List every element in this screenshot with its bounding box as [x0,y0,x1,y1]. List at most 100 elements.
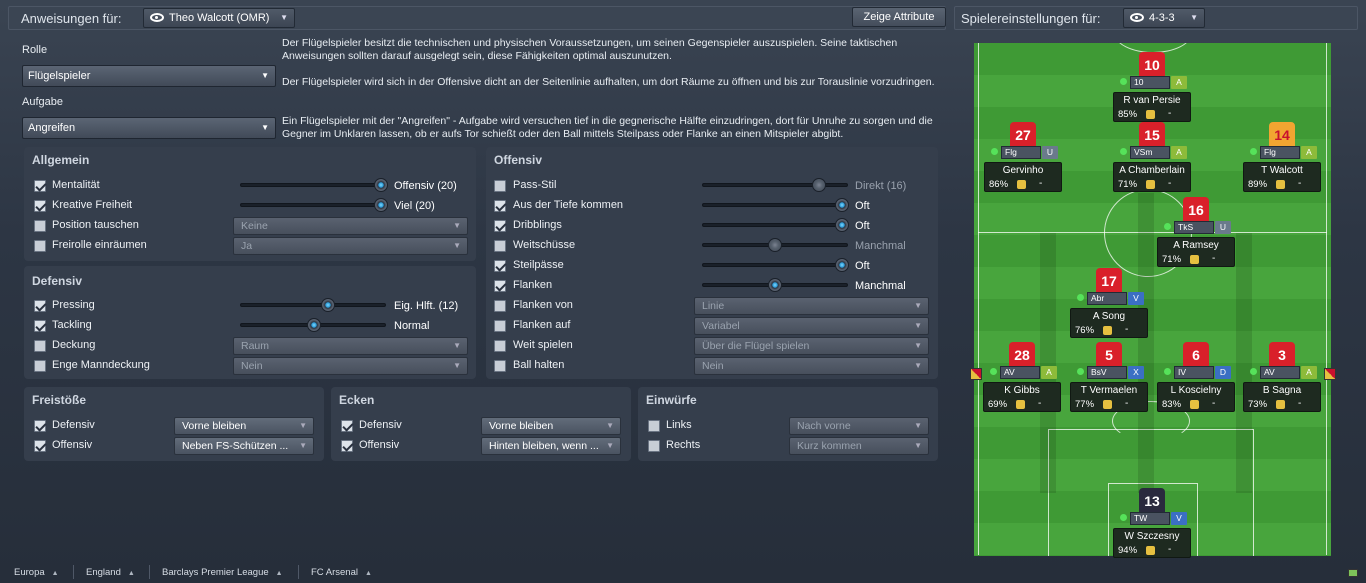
freekick-off-checkbox[interactable] [34,440,46,452]
free-role-select[interactable]: Ja ▼ [233,237,468,255]
dribbling-checkbox[interactable] [494,220,506,232]
player-role-select[interactable]: AV [1000,366,1040,379]
passing-checkbox[interactable] [494,180,506,192]
tackling-slider-knob[interactable] [307,318,321,332]
player-shirt[interactable]: 27 [1010,122,1036,148]
formation-select[interactable]: 4-3-3 ▼ [1123,8,1205,28]
free-role-checkbox[interactable] [34,240,46,252]
player-card[interactable]: L Koscielny 83% - [1157,382,1235,412]
corner-def-checkbox[interactable] [341,420,353,432]
player-role-select[interactable]: BsV [1087,366,1127,379]
pressing-checkbox[interactable] [34,300,46,312]
deep-runs-slider-knob[interactable] [835,198,849,212]
throwin-right-checkbox[interactable] [648,440,660,452]
player-card[interactable]: T Walcott 89% - [1243,162,1321,192]
crossing-slider-knob[interactable] [768,278,782,292]
player-shirt[interactable]: 5 [1096,342,1122,368]
player-duty-badge[interactable]: A [1041,366,1057,379]
passing-slider[interactable] [702,183,848,187]
player-role-select[interactable]: 10 [1130,76,1170,89]
player-card[interactable]: T Vermaelen 77% - [1070,382,1148,412]
throughballs-checkbox[interactable] [494,260,506,272]
player-role-select[interactable]: TkS [1174,221,1214,234]
player-card[interactable]: A Song 76% - [1070,308,1148,338]
player-shirt[interactable]: 6 [1183,342,1209,368]
deep-runs-slider[interactable] [702,203,848,207]
player-role-select[interactable]: IV [1174,366,1214,379]
player-duty-badge[interactable]: D [1215,366,1231,379]
player-role-select[interactable]: Abr [1087,292,1127,305]
throughballs-slider-knob[interactable] [835,258,849,272]
player-role-select[interactable]: AV [1260,366,1300,379]
task-select[interactable]: Angreifen ▼ [22,117,276,139]
player-card[interactable]: Gervinho 86% - [984,162,1062,192]
player-role-select[interactable]: VSm [1130,146,1170,159]
longshots-slider-knob[interactable] [768,238,782,252]
mentality-checkbox[interactable] [34,180,46,192]
player-shirt[interactable]: 10 [1139,52,1165,78]
player-duty-badge[interactable]: A [1301,146,1317,159]
player-shirt[interactable]: 16 [1183,197,1209,223]
player-duty-badge[interactable]: A [1301,366,1317,379]
longshots-checkbox[interactable] [494,240,506,252]
player-shirt[interactable]: 13 [1139,488,1165,514]
tight-marking-select[interactable]: Nein ▼ [233,357,468,375]
creative-checkbox[interactable] [34,200,46,212]
player-select[interactable]: Theo Walcott (OMR) ▼ [143,8,295,28]
wide-checkbox[interactable] [494,340,506,352]
player-duty-badge[interactable]: A [1171,76,1187,89]
player-duty-badge[interactable]: U [1042,146,1058,159]
mentality-slider[interactable] [240,183,386,187]
cross-from-checkbox[interactable] [494,300,506,312]
marking-checkbox[interactable] [34,340,46,352]
cross-to-checkbox[interactable] [494,320,506,332]
cross-from-select[interactable]: Linie ▼ [694,297,929,315]
player-role-select[interactable]: Flg [1001,146,1041,159]
player-card[interactable]: W Szczesny 94% - [1113,528,1191,558]
player-card[interactable]: A Chamberlain 71% - [1113,162,1191,192]
pressing-slider[interactable] [240,303,386,307]
throwin-left-checkbox[interactable] [648,420,660,432]
deep-runs-checkbox[interactable] [494,200,506,212]
player-role-select[interactable]: Flg [1260,146,1300,159]
player-shirt[interactable]: 15 [1139,122,1165,148]
cross-to-select[interactable]: Variabel ▼ [694,317,929,335]
footer-europe[interactable]: Europa ▲ [14,567,59,578]
hold-ball-checkbox[interactable] [494,360,506,372]
throwin-left-select[interactable]: Nach vorne ▼ [789,417,929,435]
tight-marking-checkbox[interactable] [34,360,46,372]
player-duty-badge[interactable]: V [1128,292,1144,305]
freekick-def-checkbox[interactable] [34,420,46,432]
player-shirt[interactable]: 17 [1096,268,1122,294]
crossing-checkbox[interactable] [494,280,506,292]
footer-league[interactable]: Barclays Premier League ▲ [162,567,283,578]
player-card[interactable]: R van Persie 85% - [1113,92,1191,122]
player-duty-badge[interactable]: X [1128,366,1144,379]
player-card[interactable]: A Ramsey 71% - [1157,237,1235,267]
hold-ball-select[interactable]: Nein ▼ [694,357,929,375]
corner-off-select[interactable]: Hinten bleiben, wenn ... ▼ [481,437,621,455]
throwin-right-select[interactable]: Kurz kommen ▼ [789,437,929,455]
swap-select[interactable]: Keine ▼ [233,217,468,235]
footer-club[interactable]: FC Arsenal ▲ [311,567,372,578]
footer-england[interactable]: England ▲ [86,567,135,578]
tackling-checkbox[interactable] [34,320,46,332]
freekick-off-select[interactable]: Neben FS-Schützen ... ▼ [174,437,314,455]
throughballs-slider[interactable] [702,263,848,267]
player-duty-badge[interactable]: V [1171,512,1187,525]
role-select[interactable]: Flügelspieler ▼ [22,65,276,87]
corner-def-select[interactable]: Vorne bleiben ▼ [481,417,621,435]
pressing-slider-knob[interactable] [321,298,335,312]
player-shirt[interactable]: 28 [1009,342,1035,368]
dribbling-slider-knob[interactable] [835,218,849,232]
dribbling-slider[interactable] [702,223,848,227]
corner-off-checkbox[interactable] [341,440,353,452]
player-duty-badge[interactable]: A [1171,146,1187,159]
player-duty-badge[interactable]: U [1215,221,1231,234]
player-role-select[interactable]: TW [1130,512,1170,525]
creative-slider[interactable] [240,203,386,207]
mentality-slider-knob[interactable] [374,178,388,192]
swap-checkbox[interactable] [34,220,46,232]
freekick-def-select[interactable]: Vorne bleiben ▼ [174,417,314,435]
player-shirt[interactable]: 14 [1269,122,1295,148]
